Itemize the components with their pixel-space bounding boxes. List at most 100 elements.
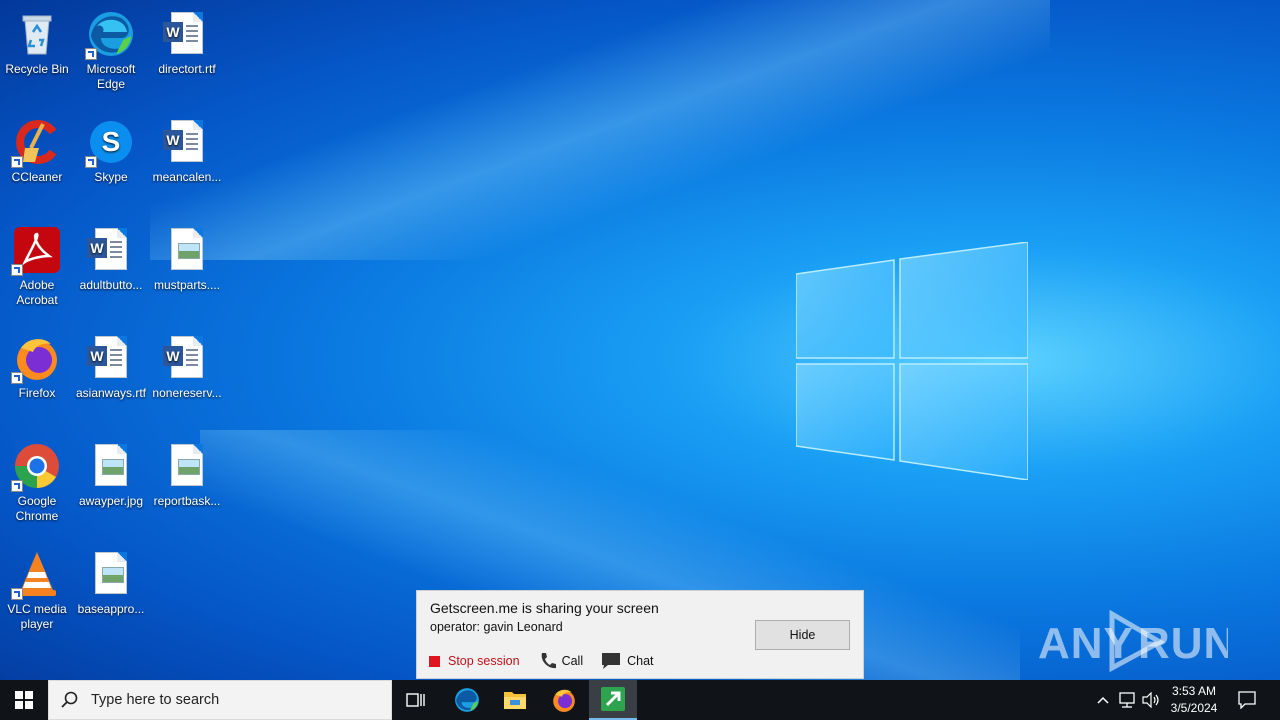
file-explorer-icon [504, 692, 526, 709]
desktop-icon-baseappro[interactable]: baseappro... [73, 548, 149, 617]
word-document-icon: W [163, 334, 211, 382]
desktop-icon-directort[interactable]: W directort.rtf [149, 8, 225, 77]
desktop-icon-vlc[interactable]: VLC media player [0, 548, 75, 632]
taskbar-clock[interactable]: 3:53 AM 3/5/2024 [1162, 683, 1226, 717]
notification-actions: Stop session Call Chat [429, 651, 672, 671]
desktop-icon-meancalen[interactable]: W meancalen... [149, 116, 225, 185]
desktop-icon-mustparts[interactable]: mustparts.... [149, 224, 225, 293]
icon-label: Skype [94, 170, 128, 184]
icon-label: awayper.jpg [78, 494, 144, 508]
edge-icon [455, 688, 479, 712]
svg-text:S: S [102, 126, 121, 157]
network-icon [1119, 692, 1135, 708]
desktop-icon-skype[interactable]: S Skype [73, 116, 149, 185]
shortcut-arrow-icon [11, 588, 23, 600]
chat-icon [602, 653, 621, 669]
desktop-icon-microsoft-edge[interactable]: Microsoft Edge [73, 8, 149, 92]
word-document-icon: W [87, 226, 135, 274]
chat-label: Chat [627, 654, 654, 668]
notification-title: Getscreen.me is sharing your screen [430, 600, 659, 616]
anyrun-watermark: ANY RUN [1038, 610, 1228, 672]
shortcut-arrow-icon [11, 480, 23, 492]
desktop-icon-asianways[interactable]: W asianways.rtf [73, 332, 149, 401]
wallpaper-beam [150, 0, 1050, 260]
image-file-icon [163, 226, 211, 274]
call-label: Call [561, 654, 584, 668]
shortcut-arrow-icon [85, 156, 97, 168]
stop-icon [429, 655, 440, 667]
icon-label: Recycle Bin [5, 62, 69, 76]
image-file-icon [87, 442, 135, 490]
desktop-icon-adultbutto[interactable]: W adultbutto... [73, 224, 149, 293]
svg-text:RUN: RUN [1138, 619, 1228, 668]
getscreen-icon [601, 687, 625, 711]
operator-label: operator: gavin Leonard [430, 620, 563, 634]
desktop-icon-adobe-acrobat[interactable]: Adobe Acrobat [0, 224, 75, 308]
desktop-icon-nonereserv[interactable]: W nonereserv... [149, 332, 225, 401]
taskbar-file-explorer-button[interactable] [491, 680, 539, 720]
chevron-up-icon [1097, 696, 1109, 704]
firefox-icon [11, 334, 61, 384]
show-hidden-icons-button[interactable] [1093, 680, 1113, 720]
shortcut-arrow-icon [11, 156, 23, 168]
icon-label: nonereserv... [152, 386, 222, 400]
acrobat-icon [11, 226, 61, 276]
word-document-icon: W [87, 334, 135, 382]
clock-date: 3/5/2024 [1170, 701, 1218, 715]
icon-label: Adobe Acrobat [16, 278, 58, 307]
desktop-icon-reportbask[interactable]: reportbask... [149, 440, 225, 509]
start-button[interactable] [0, 680, 48, 720]
skype-icon: S [85, 118, 135, 168]
desktop-icon-recycle-bin[interactable]: Recycle Bin [0, 8, 75, 77]
chrome-icon [11, 442, 61, 492]
icon-label: CCleaner [11, 170, 63, 184]
volume-button[interactable] [1140, 680, 1162, 720]
image-file-icon [163, 442, 211, 490]
clock-time: 3:53 AM [1171, 684, 1217, 698]
icon-label: adultbutto... [79, 278, 143, 292]
svg-text:ANY: ANY [1038, 619, 1134, 668]
hide-button[interactable]: Hide [755, 620, 850, 650]
taskbar-search-box[interactable] [48, 680, 392, 720]
notification-icon [1238, 691, 1256, 709]
icon-label: directort.rtf [158, 62, 216, 76]
icon-label: Microsoft Edge [86, 62, 136, 91]
search-input[interactable] [89, 691, 373, 709]
taskbar-firefox-button[interactable] [540, 680, 588, 720]
edge-icon [85, 10, 135, 60]
ccleaner-icon [11, 118, 61, 168]
windows-logo [796, 242, 1028, 480]
speaker-icon [1142, 692, 1159, 708]
firefox-icon [553, 689, 575, 712]
icon-label: meancalen... [152, 170, 222, 184]
phone-icon [541, 653, 556, 669]
word-document-icon: W [163, 10, 211, 58]
desktop-icon-google-chrome[interactable]: Google Chrome [0, 440, 75, 524]
icon-label: asianways.rtf [75, 386, 147, 400]
taskbar-getscreen-button[interactable] [589, 680, 637, 720]
shortcut-arrow-icon [11, 264, 23, 276]
icon-label: VLC media player [7, 602, 67, 631]
task-view-button[interactable] [392, 680, 440, 720]
icon-label: baseappro... [77, 602, 145, 616]
desktop-icon-ccleaner[interactable]: CCleaner [0, 116, 75, 185]
stop-session-button[interactable]: Stop session [429, 654, 520, 668]
recycle-bin-icon [13, 10, 61, 58]
image-file-icon [87, 550, 135, 598]
action-center-button[interactable] [1232, 680, 1262, 720]
icon-label: Google Chrome [15, 494, 59, 523]
shortcut-arrow-icon [11, 372, 23, 384]
windows-start-icon [15, 691, 33, 709]
desktop-icon-firefox[interactable]: Firefox [0, 332, 75, 401]
task-view-icon [406, 693, 425, 707]
taskbar-edge-button[interactable] [443, 680, 491, 720]
search-icon [61, 691, 78, 708]
chat-button[interactable]: Chat [601, 652, 654, 670]
icon-label: mustparts.... [153, 278, 221, 292]
call-button[interactable]: Call [538, 651, 584, 671]
anyrun-logo-icon: ANY RUN [1038, 610, 1228, 672]
word-document-icon: W [163, 118, 211, 166]
network-button[interactable] [1116, 680, 1138, 720]
desktop-icon-awayper[interactable]: awayper.jpg [73, 440, 149, 509]
stop-session-label: Stop session [448, 654, 520, 668]
